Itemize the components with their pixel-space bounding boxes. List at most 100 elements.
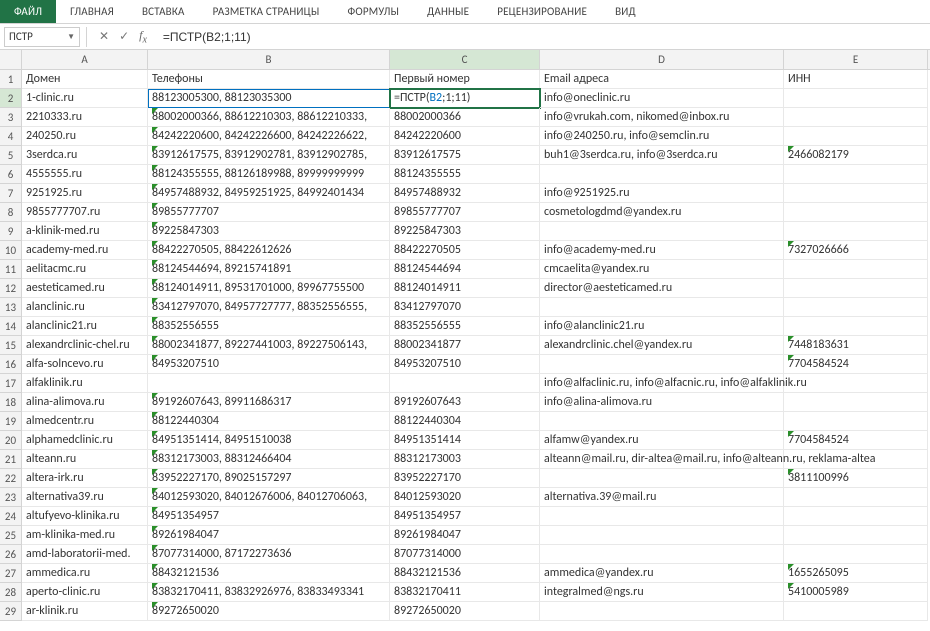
row-header[interactable]: 23 — [0, 488, 22, 507]
cell[interactable]: 88002000366, 88612210303, 88612210333, — [148, 108, 390, 127]
cell[interactable]: 89225847303 — [390, 222, 540, 241]
cell[interactable]: ИНН — [784, 70, 928, 89]
cell[interactable] — [540, 545, 784, 564]
row-header[interactable]: 5 — [0, 146, 22, 165]
col-header-D[interactable]: D — [540, 50, 784, 69]
cell[interactable] — [540, 412, 784, 431]
cell[interactable]: info@9251925.ru — [540, 184, 784, 203]
fx-icon[interactable]: fx — [139, 28, 147, 45]
row-header[interactable]: 10 — [0, 241, 22, 260]
cell[interactable]: academy-med.ru — [22, 241, 148, 260]
cell[interactable]: aesteticamed.ru — [22, 279, 148, 298]
cell[interactable]: alteann@mail.ru, dir-altea@mail.ru, info… — [540, 450, 784, 469]
col-header-C[interactable]: C — [390, 50, 540, 69]
cell[interactable]: 88422270505 — [390, 241, 540, 260]
cell[interactable] — [784, 317, 928, 336]
cell[interactable]: info@alfaclinic.ru, info@alfacnic.ru, in… — [540, 374, 784, 393]
cell[interactable]: 4555555.ru — [22, 165, 148, 184]
cell[interactable]: 88124544694, 89215741891 — [148, 260, 390, 279]
cell[interactable]: 5410005989 — [784, 583, 928, 602]
cell[interactable] — [784, 602, 928, 621]
cell[interactable]: alfa-solncevo.ru — [22, 355, 148, 374]
cell[interactable]: 89261984047 — [390, 526, 540, 545]
ribbon-tab-insert[interactable]: ВСТАВКА — [128, 0, 199, 23]
cell[interactable] — [390, 374, 540, 393]
row-header[interactable]: 16 — [0, 355, 22, 374]
cell[interactable] — [784, 412, 928, 431]
row-header[interactable]: 3 — [0, 108, 22, 127]
cell[interactable]: Домен — [22, 70, 148, 89]
row-header[interactable]: 22 — [0, 469, 22, 488]
cell[interactable]: 83912617575, 83912902781, 83912902785, — [148, 146, 390, 165]
cell[interactable]: 2466082179 — [784, 146, 928, 165]
cell[interactable] — [784, 545, 928, 564]
ribbon-tab-review[interactable]: РЕЦЕНЗИРОВАНИЕ — [483, 0, 601, 23]
cell[interactable] — [784, 89, 928, 108]
cell[interactable]: 84957488932 — [390, 184, 540, 203]
cell[interactable]: info@oneclinic.ru — [540, 89, 784, 108]
cell[interactable]: 88124014911, 89531701000, 89967755500 — [148, 279, 390, 298]
cell[interactable] — [784, 488, 928, 507]
cell[interactable] — [784, 203, 928, 222]
row-header[interactable]: 17 — [0, 374, 22, 393]
col-header-E[interactable]: E — [784, 50, 928, 69]
cell[interactable]: altufyevo-klinika.ru — [22, 507, 148, 526]
cell[interactable]: 84951354957 — [390, 507, 540, 526]
cell[interactable]: 1-clinic.ru — [22, 89, 148, 108]
cell[interactable]: 88122440304 — [148, 412, 390, 431]
cell[interactable]: 88124355555 — [390, 165, 540, 184]
cell[interactable]: 89192607643 — [390, 393, 540, 412]
cell[interactable]: info@academy-med.ru — [540, 241, 784, 260]
row-header[interactable]: 18 — [0, 393, 22, 412]
cell[interactable]: alfamw@yandex.ru — [540, 431, 784, 450]
cell[interactable] — [784, 374, 928, 393]
row-header[interactable]: 21 — [0, 450, 22, 469]
ribbon-tab-home[interactable]: ГЛАВНАЯ — [56, 0, 128, 23]
cell[interactable]: 3serdca.ru — [22, 146, 148, 165]
cell[interactable]: buh1@3serdca.ru, info@3serdca.ru — [540, 146, 784, 165]
cell[interactable]: 84012593020, 84012676006, 84012706063, — [148, 488, 390, 507]
cell[interactable]: ar-klinik.ru — [22, 602, 148, 621]
cell[interactable]: 88422270505, 88422612626 — [148, 241, 390, 260]
cell[interactable]: Телефоны — [148, 70, 390, 89]
cell[interactable]: 3811100996 — [784, 469, 928, 488]
cell[interactable]: 84957488932, 84959251925, 84992401434 — [148, 184, 390, 203]
cell[interactable]: 88123005300, 88123035300 — [148, 89, 390, 108]
cell[interactable] — [784, 526, 928, 545]
cell[interactable]: alina-alimova.ru — [22, 393, 148, 412]
cell[interactable]: alexandrclinic.chel@yandex.ru — [540, 336, 784, 355]
cell[interactable]: 89272650020 — [148, 602, 390, 621]
cell[interactable] — [784, 298, 928, 317]
ribbon-tab-data[interactable]: ДАННЫЕ — [413, 0, 483, 23]
cell[interactable]: ammedica.ru — [22, 564, 148, 583]
cell[interactable] — [540, 165, 784, 184]
cell[interactable]: 88002341877, 89227441003, 89227506143, — [148, 336, 390, 355]
cell[interactable]: integralmed@ngs.ru — [540, 583, 784, 602]
cell[interactable]: Первый номер — [390, 70, 540, 89]
cell[interactable]: 83412797070 — [390, 298, 540, 317]
cell[interactable]: cmcaelita@yandex.ru — [540, 260, 784, 279]
cell[interactable]: 88124544694 — [390, 260, 540, 279]
cell[interactable]: 84953207510 — [390, 355, 540, 374]
cell[interactable]: 88312173003, 88312466404 — [148, 450, 390, 469]
row-header[interactable]: 25 — [0, 526, 22, 545]
formula-input[interactable] — [157, 27, 926, 47]
cell[interactable] — [148, 374, 390, 393]
ribbon-tab-formulas[interactable]: ФОРМУЛЫ — [334, 0, 414, 23]
cell[interactable]: 9251925.ru — [22, 184, 148, 203]
cell[interactable]: a-klinik-med.ru — [22, 222, 148, 241]
cell[interactable]: am-klinika-med.ru — [22, 526, 148, 545]
cell[interactable]: 1655265095 — [784, 564, 928, 583]
cell[interactable]: 83952227170 — [390, 469, 540, 488]
row-header[interactable]: 6 — [0, 165, 22, 184]
cell[interactable] — [784, 222, 928, 241]
cell[interactable]: alteann.ru — [22, 450, 148, 469]
cell[interactable] — [784, 127, 928, 146]
cell[interactable]: alternativa.39@mail.ru — [540, 488, 784, 507]
cancel-icon[interactable]: ✕ — [99, 29, 109, 44]
cell[interactable]: 83912617575 — [390, 146, 540, 165]
cell[interactable]: 84242220600, 84242226600, 84242226622, — [148, 127, 390, 146]
cell[interactable]: 89855777707 — [390, 203, 540, 222]
cell[interactable]: 83832170411 — [390, 583, 540, 602]
ribbon-tab-view[interactable]: ВИД — [601, 0, 650, 23]
